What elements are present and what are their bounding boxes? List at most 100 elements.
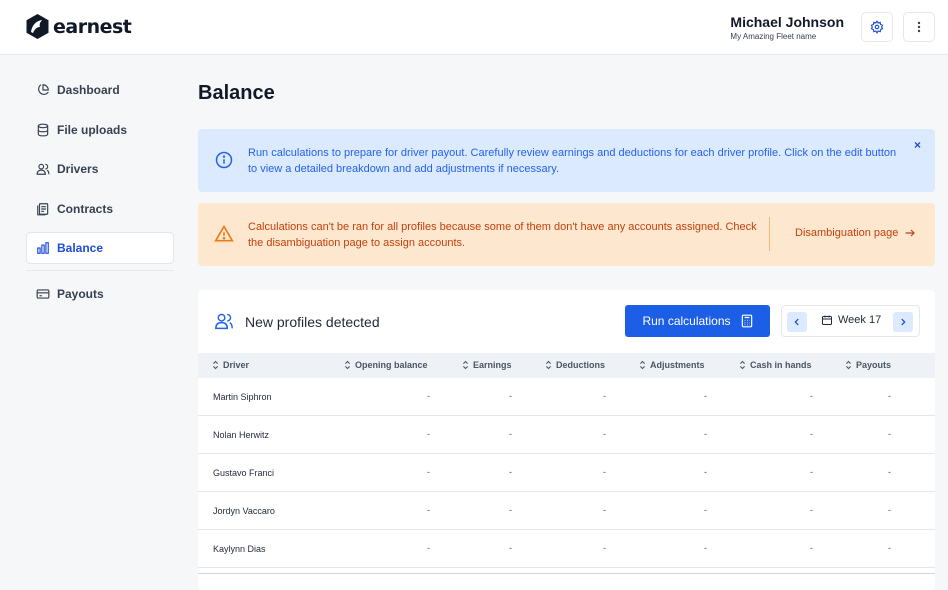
sidebar-item-drivers[interactable]: Drivers (26, 153, 174, 185)
cell-payouts: - (888, 505, 891, 515)
cell-cash-in-hands: - (810, 505, 813, 515)
run-calculations-button[interactable]: Run calculations (625, 305, 770, 337)
warning-divider (769, 217, 770, 251)
info-banner-text: Run calculations to prepare for driver p… (248, 147, 897, 175)
table-footer-divider (198, 573, 935, 574)
cell-deductions: - (603, 391, 606, 401)
sidebar-item-label: Contracts (57, 201, 114, 216)
cell-earnings: - (509, 505, 512, 515)
sidebar-divider (26, 269, 174, 271)
cell-payouts: - (888, 467, 891, 477)
cell-opening-balance: - (427, 467, 430, 477)
column-header-earnings[interactable]: Earnings (462, 360, 512, 370)
cell-driver: Gustavo Franci (213, 468, 275, 478)
page-title: Balance (198, 82, 275, 104)
arrow-right-icon (905, 229, 916, 237)
profiles-card-header: New profiles detected Run calculations W… (198, 290, 935, 353)
cell-payouts: - (888, 391, 891, 401)
more-vertical-icon (917, 21, 921, 33)
brand-name: earnest (53, 15, 132, 38)
sidebar-nav: Dashboard File uploads Drivers Contracts… (26, 74, 174, 318)
cell-deductions: - (603, 505, 606, 515)
next-week-button[interactable] (893, 312, 913, 332)
cell-earnings: - (509, 391, 512, 401)
disambiguation-link-label: Disambiguation page (795, 227, 899, 239)
column-header-label: Driver (223, 360, 250, 370)
cell-cash-in-hands: - (810, 391, 813, 401)
cell-driver: Kaylynn Dias (213, 544, 266, 554)
table-row[interactable]: Nolan Herwitz - - - - - - (198, 416, 935, 454)
column-header-deductions[interactable]: Deductions (545, 360, 605, 370)
column-header-cash-in-hands[interactable]: Cash in hands (739, 360, 812, 370)
cell-opening-balance: - (427, 543, 430, 553)
warning-banner: Calculations can't be ran for all profil… (198, 203, 935, 266)
database-icon (37, 123, 49, 137)
table-row[interactable]: Jordyn Vaccaro - - - - - - (198, 492, 935, 530)
settings-button[interactable] (861, 12, 893, 42)
cell-adjustments: - (704, 391, 707, 401)
sidebar-item-dashboard[interactable]: Dashboard (26, 74, 174, 106)
fleet-name: My Amazing Fleet name (730, 32, 817, 41)
cell-payouts: - (888, 543, 891, 553)
cell-earnings: - (509, 429, 512, 439)
cell-driver: Nolan Herwitz (213, 430, 270, 440)
week-selector: Week 17 (781, 305, 920, 337)
sidebar-item-label: File uploads (57, 122, 128, 137)
earnest-logo-icon (26, 14, 49, 39)
column-header-label: Adjustments (650, 360, 705, 370)
sidebar-item-balance[interactable]: Balance (26, 232, 174, 265)
sidebar-item-payouts[interactable]: Payouts (26, 278, 174, 310)
column-header-label: Opening balance (355, 360, 428, 370)
column-header-payouts[interactable]: Payouts (845, 360, 891, 370)
sidebar-item-file-uploads[interactable]: File uploads (26, 114, 174, 146)
sort-icon (546, 360, 551, 370)
more-options-button[interactable] (903, 12, 935, 42)
column-header-label: Earnings (473, 360, 512, 370)
profiles-card-title: New profiles detected (245, 314, 380, 330)
cell-driver: Martin Siphron (213, 392, 272, 402)
close-icon[interactable]: × (914, 138, 921, 152)
cell-adjustments: - (704, 505, 707, 515)
sidebar-item-label: Dashboard (57, 83, 120, 97)
sort-icon (463, 360, 468, 370)
top-bar: earnest Michael Johnson My Amazing Fleet… (0, 0, 948, 55)
run-calculations-label: Run calculations (642, 314, 731, 328)
users-icon (215, 313, 233, 330)
cell-earnings: - (509, 543, 512, 553)
bar-chart-icon (37, 242, 49, 255)
table-row[interactable]: Martin Siphron - - - - - - (198, 378, 935, 416)
warning-banner-text: Calculations can't be ran for all profil… (248, 221, 757, 249)
cell-cash-in-hands: - (810, 429, 813, 439)
users-icon (36, 163, 50, 176)
cell-deductions: - (603, 543, 606, 553)
calendar-icon (822, 315, 832, 325)
table-row[interactable]: Kaylynn Dias - - - - - - (198, 530, 935, 568)
disambiguation-page-link[interactable]: Disambiguation page (795, 227, 916, 239)
sidebar-item-contracts[interactable]: Contracts (26, 193, 174, 225)
cell-opening-balance: - (427, 505, 430, 515)
table-row[interactable]: Gustavo Franci - - - - - - (198, 454, 935, 492)
cell-adjustments: - (704, 543, 707, 553)
cell-opening-balance: - (427, 429, 430, 439)
cell-cash-in-hands: - (810, 543, 813, 553)
week-display[interactable]: Week 17 (821, 314, 881, 326)
pie-chart-icon (38, 84, 49, 95)
cell-opening-balance: - (427, 391, 430, 401)
cell-deductions: - (603, 429, 606, 439)
brand-logo[interactable]: earnest (25, 13, 132, 40)
column-header-driver[interactable]: Driver (212, 360, 249, 370)
cell-adjustments: - (704, 467, 707, 477)
info-icon (215, 151, 233, 169)
week-label: Week 17 (838, 314, 882, 326)
column-header-adjustments[interactable]: Adjustments (639, 360, 705, 370)
cell-payouts: - (888, 429, 891, 439)
user-name: Michael Johnson (730, 14, 844, 30)
profiles-card: New profiles detected Run calculations W… (198, 290, 935, 590)
sort-icon (640, 360, 645, 370)
column-header-opening-balance[interactable]: Opening balance (344, 360, 428, 370)
calculator-icon (741, 314, 752, 328)
previous-week-button[interactable] (787, 312, 807, 332)
user-info[interactable]: Michael Johnson My Amazing Fleet name (730, 14, 844, 41)
cell-deductions: - (603, 467, 606, 477)
chevron-left-icon (794, 318, 799, 326)
